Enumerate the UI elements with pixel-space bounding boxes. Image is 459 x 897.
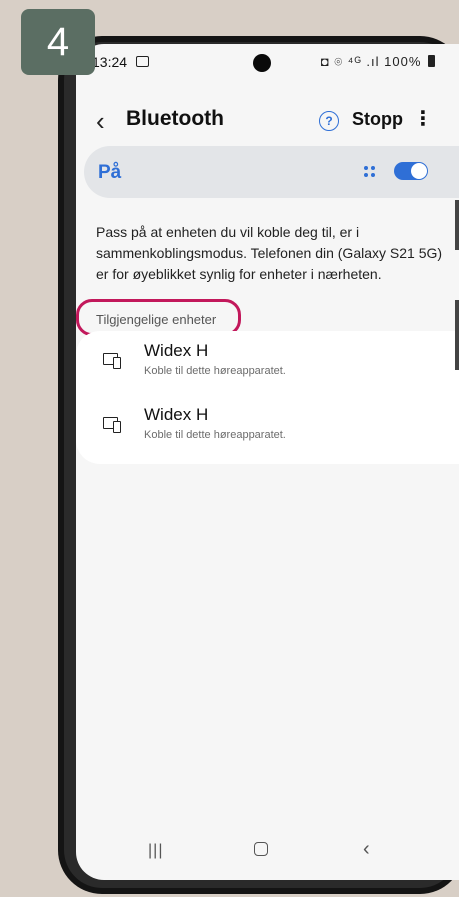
step-number-badge: 4 xyxy=(21,9,95,75)
app-bar: ‹ Bluetooth ? Stopp ⋮ xyxy=(76,104,459,144)
signal-icons: ◘ ⌾ ⁴ᴳ .ıl xyxy=(320,54,380,69)
help-icon[interactable]: ? xyxy=(319,111,339,131)
page-title: Bluetooth xyxy=(126,107,224,130)
status-time: 13:24 xyxy=(92,54,128,70)
device-name: Widex H xyxy=(144,341,209,360)
device-subtitle: Koble til dette høreapparatet. xyxy=(144,365,286,377)
bluetooth-toggle-row[interactable]: På xyxy=(84,146,459,198)
phone-screen: 13:24 ◘ ⌾ ⁴ᴳ .ıl 100% ‹ Bluetooth ? Stop… xyxy=(76,44,459,880)
battery-icon xyxy=(428,55,435,67)
device-icon xyxy=(103,417,125,433)
device-list: Widex H Koble til dette høreapparatet. W… xyxy=(76,331,459,464)
more-options-icon[interactable]: ⋮ xyxy=(413,108,433,130)
scanning-dots-icon xyxy=(364,166,376,178)
recent-apps-icon[interactable]: ||| xyxy=(148,842,163,860)
back-arrow-icon[interactable]: ‹ xyxy=(96,108,105,134)
status-icons: ◘ ⌾ ⁴ᴳ .ıl 100% xyxy=(321,54,435,70)
power-button xyxy=(455,300,459,370)
stop-scan-button[interactable]: Stopp xyxy=(352,109,403,130)
bluetooth-state-label: På xyxy=(98,162,122,183)
list-item[interactable]: Widex H Koble til dette høreapparatet. xyxy=(76,395,459,459)
device-subtitle: Koble til dette høreapparatet. xyxy=(144,429,286,441)
pairing-info-text: Pass på at enheten du vil koble deg til,… xyxy=(96,224,443,282)
home-icon[interactable] xyxy=(254,842,268,856)
status-bar: 13:24 ◘ ⌾ ⁴ᴳ .ıl 100% xyxy=(76,44,459,80)
bluetooth-switch[interactable] xyxy=(394,162,428,180)
device-icon xyxy=(103,353,125,369)
list-item[interactable]: Widex H Koble til dette høreapparatet. xyxy=(76,331,459,395)
battery-percentage: 100% xyxy=(384,54,422,69)
front-camera xyxy=(253,54,271,72)
gallery-notification-icon xyxy=(136,56,149,67)
device-name: Widex H xyxy=(144,405,209,424)
volume-button xyxy=(455,200,459,250)
navigation-bar: ||| ‹ xyxy=(76,820,459,880)
switch-knob xyxy=(411,163,427,179)
nav-back-icon[interactable]: ‹ xyxy=(363,838,370,861)
